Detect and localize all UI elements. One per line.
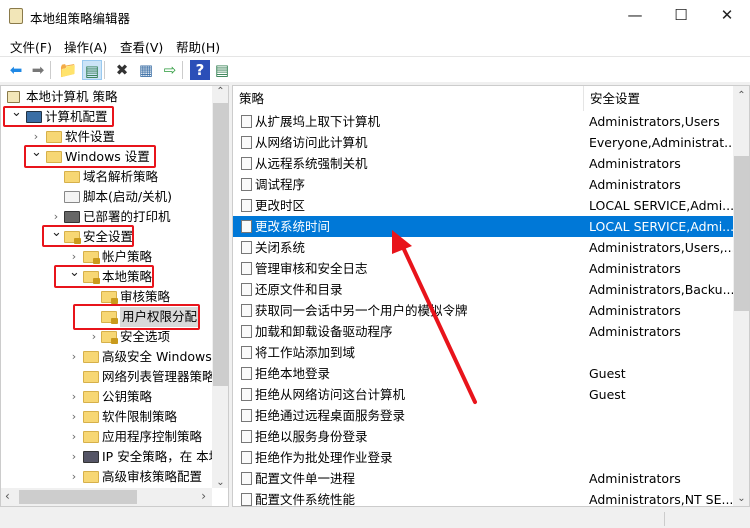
annotation-arrow	[392, 230, 477, 404]
status-bar	[0, 510, 750, 528]
